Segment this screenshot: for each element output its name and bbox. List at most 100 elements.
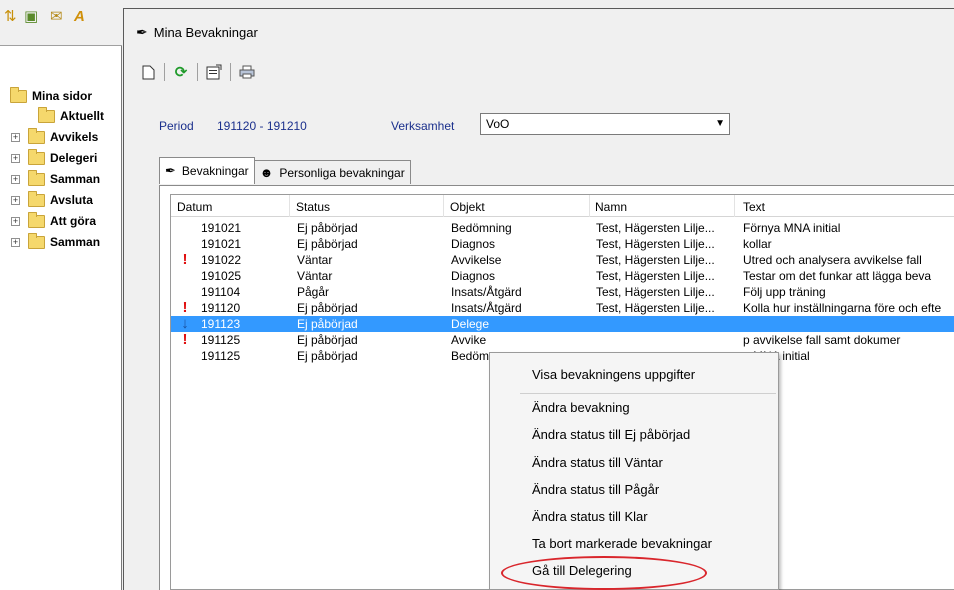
tab-bevakningar[interactable]: ✒ Bevakningar — [159, 157, 255, 184]
cell-namn: Test, Hägersten Lilje... — [596, 237, 715, 251]
priority-icon: ! — [182, 299, 188, 316]
folder-icon — [28, 232, 45, 249]
table-row[interactable]: 191025 Väntar Diagnos Test, Hägersten Lilje… — [171, 268, 954, 284]
tree-item-delegering[interactable]: + Delegeri — [11, 148, 97, 168]
expand-icon[interactable]: + — [11, 195, 20, 205]
tree-item-label: Samman — [50, 235, 101, 249]
cell-status: Ej påbörjad — [297, 333, 358, 347]
sort-icon[interactable]: ⇅ — [4, 9, 17, 25]
column-header-text[interactable]: Text — [743, 200, 765, 214]
table-row[interactable]: 191021 Ej påbörjad Bedömning Test, Hägerste… — [171, 220, 954, 236]
folder-icon — [28, 211, 45, 228]
table-row[interactable]: ! 191125 Ej påbörjad Avvike p avvikelse fall… — [171, 332, 954, 348]
tree-item-att-gora[interactable]: + Att göra — [11, 211, 96, 231]
cell-objekt: Insats/Åtgärd — [451, 301, 522, 315]
column-divider[interactable] — [443, 195, 444, 217]
menu-item-ga-till-delegering[interactable]: Gå till Delegering — [532, 563, 632, 578]
cell-objekt: Avvikelse — [451, 253, 502, 267]
folder-icon — [38, 106, 55, 123]
cell-objekt: Bedömning — [451, 221, 512, 235]
tab-personliga-bevakningar[interactable]: ☻ Personliga bevakningar — [253, 160, 411, 184]
table-row[interactable]: ! 191120 Ej påbörjad Insats/Åtgärd Test, Häg… — [171, 300, 954, 316]
column-divider[interactable] — [589, 195, 590, 217]
menu-item-ta-bort[interactable]: Ta bort markerade bevakningar — [532, 536, 712, 551]
tree-item-sammanstallning[interactable]: + Samman — [11, 169, 100, 189]
table-row[interactable]: ↓ 191123 Ej påbörjad Delege — [171, 316, 954, 332]
tree-item-label: Mina sidor — [32, 89, 93, 103]
tree-item-label: Avsluta — [50, 193, 93, 207]
cell-objekt: Insats/Åtgärd — [451, 285, 522, 299]
column-header-status[interactable]: Status — [296, 200, 330, 214]
left-pane: ⇅ ▣ ✉ A Mina sidor Aktuellt + Avvikels +… — [0, 0, 122, 590]
font-icon[interactable]: A — [74, 9, 85, 25]
cell-objekt: Delege — [451, 317, 490, 331]
column-header-datum[interactable]: Datum — [177, 200, 212, 214]
menu-item-andra-bevakning[interactable]: Ändra bevakning — [532, 400, 630, 415]
cell-datum: 191022 — [201, 253, 242, 267]
tree-item-avsluta[interactable]: + Avsluta — [11, 190, 93, 210]
main-toolbar: ⟳ — [124, 59, 954, 85]
mail-icon[interactable]: ✉ — [50, 9, 63, 25]
toolbar-separator — [230, 63, 231, 81]
tree-item-avvikelser[interactable]: + Avvikels — [11, 127, 98, 147]
tree-item-aktuellt[interactable]: Aktuellt — [38, 106, 104, 126]
cell-status: Ej påbörjad — [297, 237, 358, 251]
cell-status: Ej påbörjad — [297, 301, 358, 315]
folder-icon — [28, 148, 45, 165]
folder-icon — [28, 169, 45, 186]
expand-icon[interactable]: + — [11, 216, 20, 226]
column-header-namn[interactable]: Namn — [595, 200, 627, 214]
table-row[interactable]: 191104 Pågår Insats/Åtgärd Test, Hägersten … — [171, 284, 954, 300]
print-icon[interactable] — [237, 62, 257, 82]
column-divider[interactable] — [289, 195, 290, 217]
cell-status: Ej påbörjad — [297, 349, 358, 363]
cell-datum: 191125 — [201, 349, 241, 363]
menu-item-visa-uppgifter[interactable]: Visa bevakningens uppgifter — [532, 367, 695, 382]
menu-item-status-pagar[interactable]: Ändra status till Pågår — [532, 482, 659, 497]
cell-status: Ej påbörjad — [297, 221, 358, 235]
cell-text: Följ upp träning — [743, 285, 826, 299]
table-row[interactable]: ! 191022 Väntar Avvikelse Test, Hägersten Li… — [171, 252, 954, 268]
folder-icon — [28, 190, 45, 207]
properties-icon[interactable] — [204, 62, 224, 82]
menu-item-status-vantar[interactable]: Ändra status till Väntar — [532, 455, 663, 470]
cell-datum: 191025 — [201, 269, 242, 283]
period-label: Period — [159, 119, 194, 133]
tree-item-label: Avvikels — [50, 130, 99, 144]
folder-icon — [28, 127, 45, 144]
expand-icon[interactable]: + — [11, 132, 20, 142]
arrow-down-icon: ↓ — [181, 315, 189, 332]
left-toolbar: ⇅ ▣ ✉ A — [0, 0, 122, 46]
cell-status: Väntar — [297, 269, 333, 283]
chevron-down-icon[interactable]: ▼ — [715, 118, 725, 129]
cell-namn: Test, Hägersten Lilje... — [596, 285, 715, 299]
column-divider[interactable] — [734, 195, 735, 217]
tab-strip: ✒ Bevakningar ☻ Personliga bevakningar — [159, 157, 411, 186]
refresh-icon[interactable]: ⟳ — [171, 62, 191, 82]
tree-item-sammanstallning-2[interactable]: + Samman — [11, 232, 100, 252]
menu-item-status-ej-paborjad[interactable]: Ändra status till Ej påbörjad — [532, 427, 690, 442]
menu-item-status-klar[interactable]: Ändra status till Klar — [532, 509, 648, 524]
expand-icon[interactable]: + — [11, 237, 20, 247]
period-value[interactable]: 191120 - 191210 — [217, 119, 307, 133]
tree-item-mina-sidor[interactable]: Mina sidor — [10, 86, 92, 106]
cell-datum: 191120 — [201, 301, 241, 315]
cell-text: Kolla hur inställningarna före och efte — [743, 301, 942, 315]
window-title-bar: ✒ Mina Bevakningar — [124, 21, 258, 43]
expand-icon[interactable]: + — [11, 153, 20, 163]
image-icon[interactable]: ▣ — [24, 9, 38, 25]
column-header-objekt[interactable]: Objekt — [450, 200, 485, 214]
new-document-icon[interactable] — [138, 62, 158, 82]
table-row[interactable]: 191021 Ej påbörjad Diagnos Test, Hägersten … — [171, 236, 954, 252]
cell-objekt: Avvike — [451, 333, 487, 347]
expand-icon[interactable]: + — [11, 174, 20, 184]
window-title: Mina Bevakningar — [153, 24, 258, 40]
cell-namn: Test, Hägersten Lilje... — [596, 221, 715, 235]
tree-item-label: Delegeri — [50, 151, 98, 165]
cell-datum: 191125 — [201, 333, 241, 347]
cell-datum: 191104 — [201, 285, 241, 299]
verksamhet-select[interactable]: VoO ▼ — [480, 113, 730, 135]
cell-text: kollar — [743, 237, 772, 251]
cell-text: Förnya MNA initial — [743, 221, 841, 235]
cell-objekt: Diagnos — [451, 269, 496, 283]
